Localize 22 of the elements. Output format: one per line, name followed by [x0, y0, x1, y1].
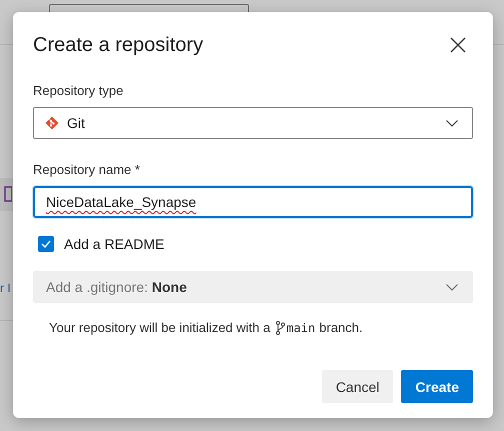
info-text: branch.	[319, 320, 363, 335]
chevron-down-icon	[446, 120, 458, 126]
create-button[interactable]: Create	[401, 370, 473, 403]
info-text: Your repository will be initialized with a	[49, 320, 270, 335]
branch-name: main	[286, 320, 316, 334]
repository-name-field[interactable]: NiceDataLake_Synapse	[33, 186, 473, 218]
git-logo-icon	[45, 116, 59, 130]
field-label: Repository type	[33, 83, 124, 99]
link-text[interactable]: r I	[0, 281, 11, 295]
checkbox-label: Add a README	[64, 236, 164, 252]
chevron-down-icon	[446, 284, 458, 290]
document-icon	[4, 186, 12, 202]
gitignore-text: Add a .gitignore: None	[46, 279, 187, 295]
close-button[interactable]	[448, 35, 468, 55]
field-label: Repository name *	[33, 162, 141, 178]
gitignore-dropdown[interactable]: Add a .gitignore: None	[33, 271, 473, 303]
checkbox[interactable]	[38, 236, 54, 252]
dialog-title: Create a repository	[33, 34, 204, 56]
repository-type-dropdown[interactable]: Git	[33, 107, 473, 139]
branch-icon	[276, 320, 286, 334]
checkmark-icon	[41, 240, 51, 248]
cancel-button[interactable]: Cancel	[322, 370, 394, 403]
